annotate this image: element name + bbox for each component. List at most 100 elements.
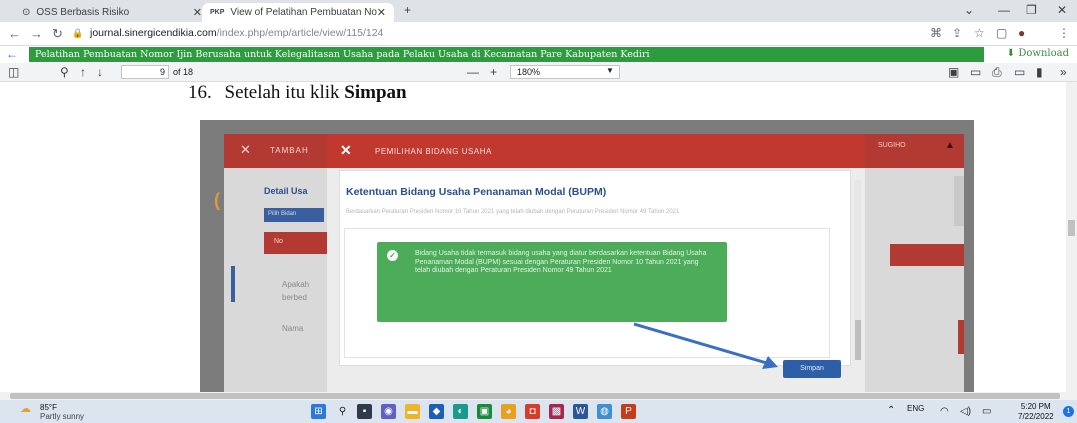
modal-close-icon: ✕ [340,142,352,158]
horizontal-scroll-thumb[interactable] [10,393,1060,399]
pdf-icon: PKP [210,9,225,16]
notification-badge[interactable]: 1 [1063,406,1074,417]
translate-icon[interactable]: ⌘ [930,26,942,40]
zoom-out-icon[interactable]: — [467,65,479,79]
clock-time: 5:20 PM [1020,402,1051,411]
app-icon-2[interactable]: ◍ [597,404,612,419]
step-text: Setelah itu klik [224,82,340,103]
wifi-icon[interactable]: ◠ [940,406,949,417]
tab-label: View of Pelatihan Pembuatan No [230,7,377,18]
search-icon[interactable]: ⚲ [335,404,350,419]
weather-icon[interactable]: ☁ [20,402,31,415]
question-text: Apakah berbed [282,280,310,302]
share-icon[interactable]: ⇪ [952,26,962,40]
reload-icon[interactable]: ↻ [52,26,63,42]
tab-oss[interactable]: ⊙ OSS Berbasis Risiko ✕ [14,3,210,22]
volume-icon[interactable]: ◁) [960,406,971,417]
check-icon: ✓ [387,250,398,261]
print-icon[interactable]: ⎙ [992,65,1002,80]
modal-scroll-thumb [855,320,861,360]
word-icon[interactable]: W [573,404,588,419]
save-icon[interactable]: ▭ [1014,65,1025,79]
profile-avatar-icon[interactable]: ● [1018,26,1025,40]
name-label: Nama [282,324,304,333]
close-icon[interactable]: ✕ [377,6,386,19]
forward-icon[interactable]: → [30,26,43,41]
photos-icon[interactable]: ▩ [549,404,564,419]
start-icon[interactable]: ⊞ [311,404,326,419]
document-title: Pelatihan Pembuatan Nomor Ijin Berusaha … [29,47,984,62]
more-tools-icon[interactable]: » [1060,65,1067,79]
pdf-toolbar: ◫ ⚲ ↑ ↓ 9 of 18 — + 180% ▼ ▣ ▭ ⎙ ▭ ▮ » [0,63,1077,82]
side-panel-icon[interactable]: ▢ [996,26,1007,40]
back-icon[interactable]: ← [8,26,21,41]
url-field[interactable]: journal.sinergicendikia.com/index.php/em… [90,27,383,39]
minimize-icon[interactable]: — [998,3,1010,17]
clock[interactable]: 5:20 PM 7/22/2022 [1018,402,1054,422]
page-total: of 18 [173,67,194,77]
close-icon[interactable]: ✕ [193,6,202,19]
user-label: SUGIHO [878,142,906,149]
vertical-scrollbar[interactable] [1066,82,1077,392]
accent-bar [231,266,235,302]
address-bar: ← → ↻ 🔒 journal.sinergicendikia.com/inde… [0,22,1077,46]
modal-title: PEMILIHAN BIDANG USAHA [375,147,492,156]
powerpoint-icon[interactable]: P [621,404,636,419]
download-icon: ⬇ [1006,48,1016,59]
vertical-scroll-thumb[interactable] [1068,220,1075,236]
clock-date: 7/22/2022 [1018,412,1054,421]
document-header: ← Pelatihan Pembuatan Nomor Ijin Berusah… [0,46,1077,63]
find-icon[interactable]: ⚲ [60,65,69,79]
lock-icon[interactable]: 🔒 [72,28,83,39]
chevron-down-icon: ▼ [606,66,614,75]
presentation-icon[interactable]: ▣ [948,65,959,79]
download-label: Download [1018,48,1069,59]
chrome-icon[interactable]: ◕ [501,404,516,419]
embedded-screenshot: ( ✕ TAMBAH Detail Usa Pilih Bidan No Apa… [200,120,974,392]
alert-text: Bidang Usaha tidak termasuk bidang usaha… [415,250,707,274]
step-instruction: 16. Setelah itu klik Simpan [188,82,407,104]
close-icon: ✕ [240,142,251,157]
menu-icon[interactable]: ⋮ [1058,26,1070,40]
task-view-icon[interactable]: ▪ [357,404,372,419]
tab-search-icon[interactable]: ⌄ [964,3,974,17]
app-icon[interactable]: ▣ [477,404,492,419]
edge-icon[interactable]: ◐ [453,404,468,419]
weather-description[interactable]: Partly sunny [40,412,84,421]
next-page-icon[interactable]: ↓ [97,65,103,79]
chevron-up-icon[interactable]: ⌃ [887,405,895,416]
download-link[interactable]: ⬇ Download [1007,48,1069,59]
restore-icon[interactable]: ❐ [1026,3,1037,17]
open-file-icon[interactable]: ▭ [970,65,981,79]
close-window-icon[interactable]: ✕ [1057,3,1067,17]
right-scrollbar [954,176,964,226]
bell-icon: ▲ [945,140,955,151]
battery-icon[interactable]: ▭ [982,406,991,417]
bookmark-star-icon[interactable]: ☆ [974,26,985,40]
bookmark-icon[interactable]: ▮ [1036,65,1043,79]
page-number-input[interactable]: 9 [121,65,169,79]
return-arrow-icon[interactable]: ← [6,47,18,61]
new-tab-button[interactable]: + [404,3,411,17]
chat-icon[interactable]: ◉ [381,404,396,419]
url-host: journal.sinergicendikia.com [90,27,217,39]
file-explorer-icon[interactable]: ▬ [405,404,420,419]
store-icon[interactable]: ◆ [429,404,444,419]
right-accent [958,320,964,354]
pointer-arrow-icon [633,322,778,369]
office-icon[interactable]: ◘ [525,404,540,419]
card-title: Ketentuan Bidang Usaha Penanaman Modal (… [346,186,607,198]
weather-temperature[interactable]: 85°F [40,403,57,412]
pilih-button: Pilih Bidan [264,208,324,222]
sidebar-toggle-icon[interactable]: ◫ [8,65,19,79]
logo-fragment: ( [214,190,220,210]
language-indicator[interactable]: ENG [907,404,924,413]
previous-page-icon[interactable]: ↑ [80,65,86,79]
right-table-header [890,244,964,266]
card-subtitle: Berdasarkan Peraturan Presiden Nomor 10 … [346,209,680,215]
url-path: /index.php/emp/article/view/115/124 [216,27,384,39]
step-number: 16. [188,82,212,103]
zoom-in-icon[interactable]: + [490,65,497,79]
tab-pdf[interactable]: PKP View of Pelatihan Pembuatan No ✕ [202,3,394,22]
zoom-select[interactable]: 180% [510,65,620,79]
